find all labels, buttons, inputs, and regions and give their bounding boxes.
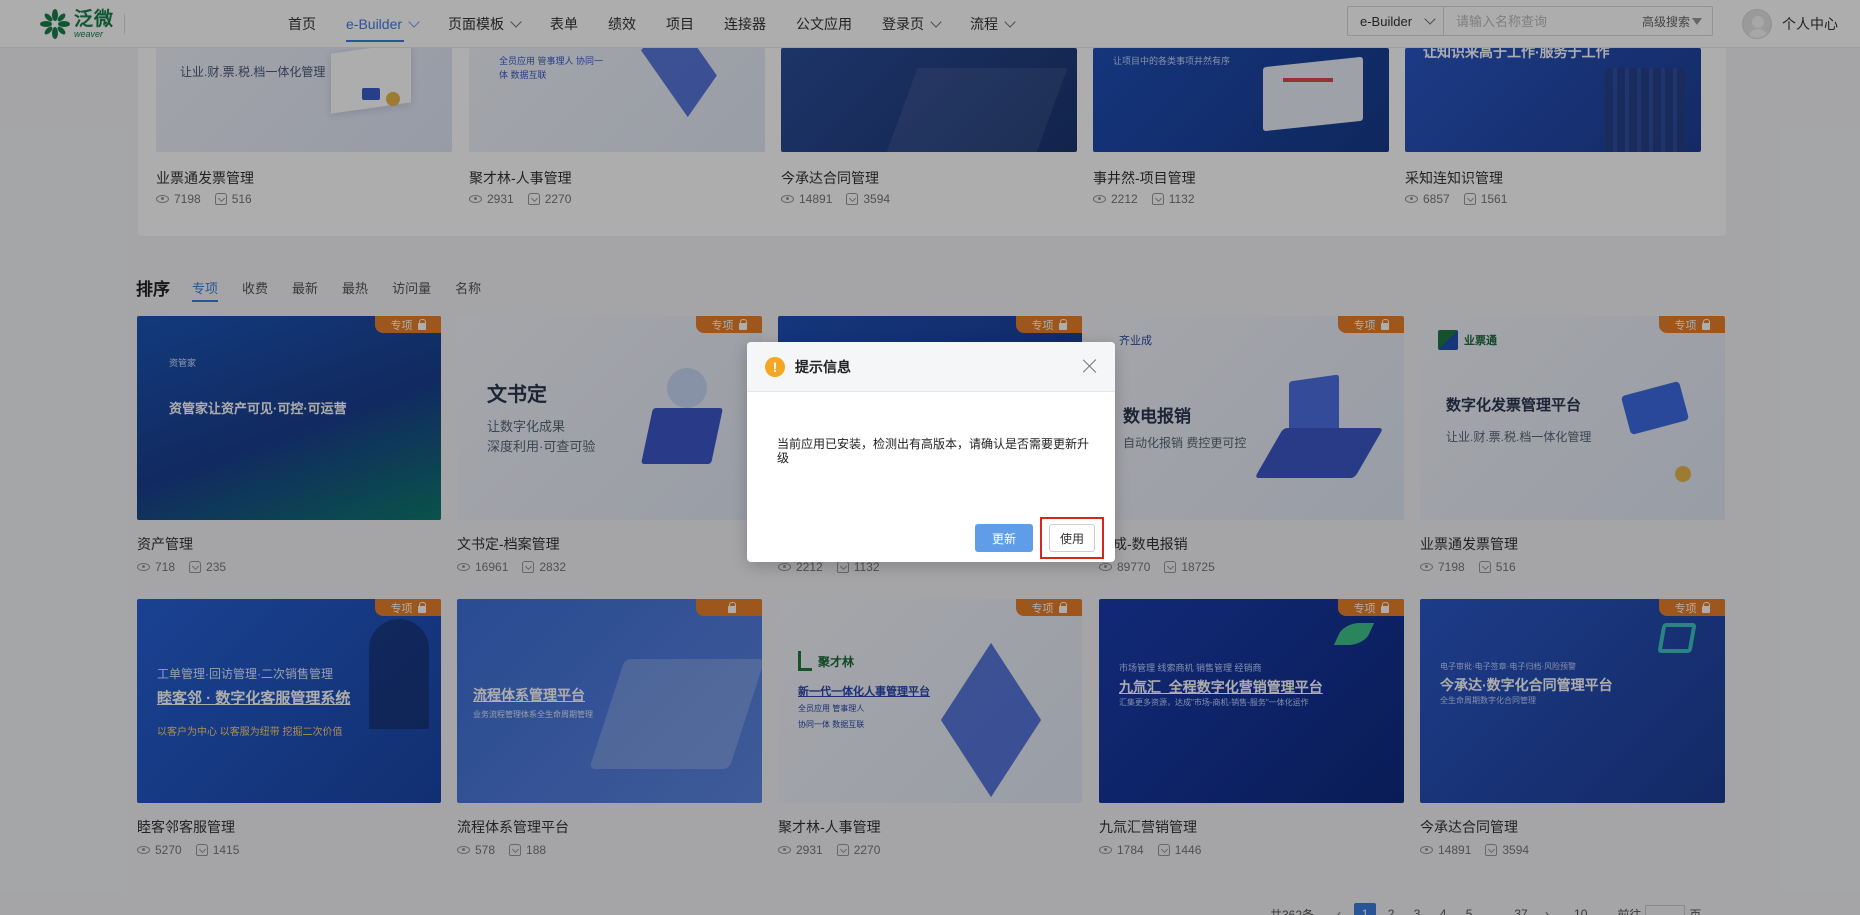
dialog-header: ! 提示信息	[747, 342, 1115, 392]
close-icon[interactable]	[1083, 359, 1097, 373]
update-button[interactable]: 更新	[975, 524, 1033, 552]
dialog-title: 提示信息	[795, 358, 851, 375]
dialog-message: 当前应用已安装，检测出有高版本，请确认是否需要更新升级	[777, 437, 1090, 465]
warning-icon: !	[765, 356, 785, 377]
info-dialog: ! 提示信息 当前应用已安装，检测出有高版本，请确认是否需要更新升级 更新 使用	[747, 342, 1115, 562]
use-button[interactable]: 使用	[1049, 524, 1095, 552]
